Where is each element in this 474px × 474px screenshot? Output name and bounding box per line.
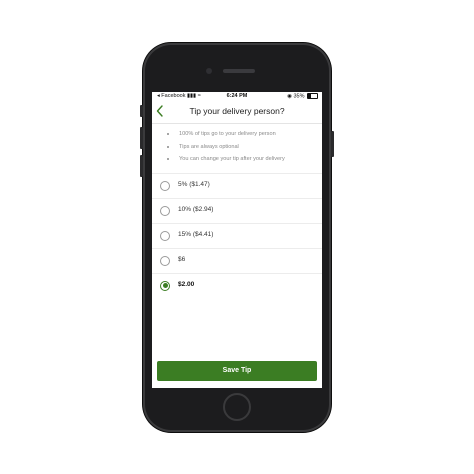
header: Tip your delivery person? xyxy=(152,101,322,124)
battery-percent: 35% xyxy=(293,93,305,100)
battery-icon xyxy=(307,93,318,99)
tip-info-list: 100% of tips go to your delivery person … xyxy=(152,130,322,168)
save-tip-button[interactable]: Save Tip xyxy=(157,361,317,381)
phone-frame: ◂ Facebook ▮▮▮ ≈ 6:24 PM ◉ 35% Tip your … xyxy=(140,43,334,432)
tip-option-label: 5% ($1.47) xyxy=(178,181,210,188)
front-camera xyxy=(206,68,212,74)
radio-button[interactable] xyxy=(160,180,170,191)
earpiece-speaker xyxy=(223,69,255,73)
status-bar: ◂ Facebook ▮▮▮ ≈ 6:24 PM ◉ 35% xyxy=(152,92,322,101)
info-item: You can change your tip after your deliv… xyxy=(152,155,322,168)
radio-button-selected[interactable] xyxy=(160,280,170,291)
volume-up-button xyxy=(140,127,143,149)
volume-down-button xyxy=(140,155,143,177)
tip-option-label: $6 xyxy=(178,256,186,263)
tip-option-label: $2.00 xyxy=(178,281,195,288)
tip-option-10-percent[interactable]: 10% ($2.94) xyxy=(152,198,322,223)
tip-option-15-percent[interactable]: 15% ($4.41) xyxy=(152,223,322,248)
radio-button[interactable] xyxy=(160,255,170,266)
radio-button[interactable] xyxy=(160,205,170,216)
radio-button[interactable] xyxy=(160,230,170,241)
power-button xyxy=(331,131,334,157)
tip-option-5-percent[interactable]: 5% ($1.47) xyxy=(152,173,322,198)
tip-option-custom[interactable]: $2.00 xyxy=(152,273,322,298)
tip-option-label: 10% ($2.94) xyxy=(178,206,214,213)
app-screen: ◂ Facebook ▮▮▮ ≈ 6:24 PM ◉ 35% Tip your … xyxy=(152,92,322,388)
tip-option-6-dollars[interactable]: $6 xyxy=(152,248,322,273)
info-item: 100% of tips go to your delivery person xyxy=(152,130,322,143)
home-button[interactable] xyxy=(223,393,251,421)
tip-option-label: 15% ($4.41) xyxy=(178,231,214,238)
status-right: ◉ 35% xyxy=(287,93,318,99)
lock-rotation-icon: ◉ xyxy=(287,93,292,100)
tip-options: 5% ($1.47) 10% ($2.94) 15% ($4.41) $6 $2… xyxy=(152,173,322,298)
info-item: Tips are always optional xyxy=(152,143,322,156)
page-title: Tip your delivery person? xyxy=(189,106,285,116)
mute-switch xyxy=(140,105,143,117)
